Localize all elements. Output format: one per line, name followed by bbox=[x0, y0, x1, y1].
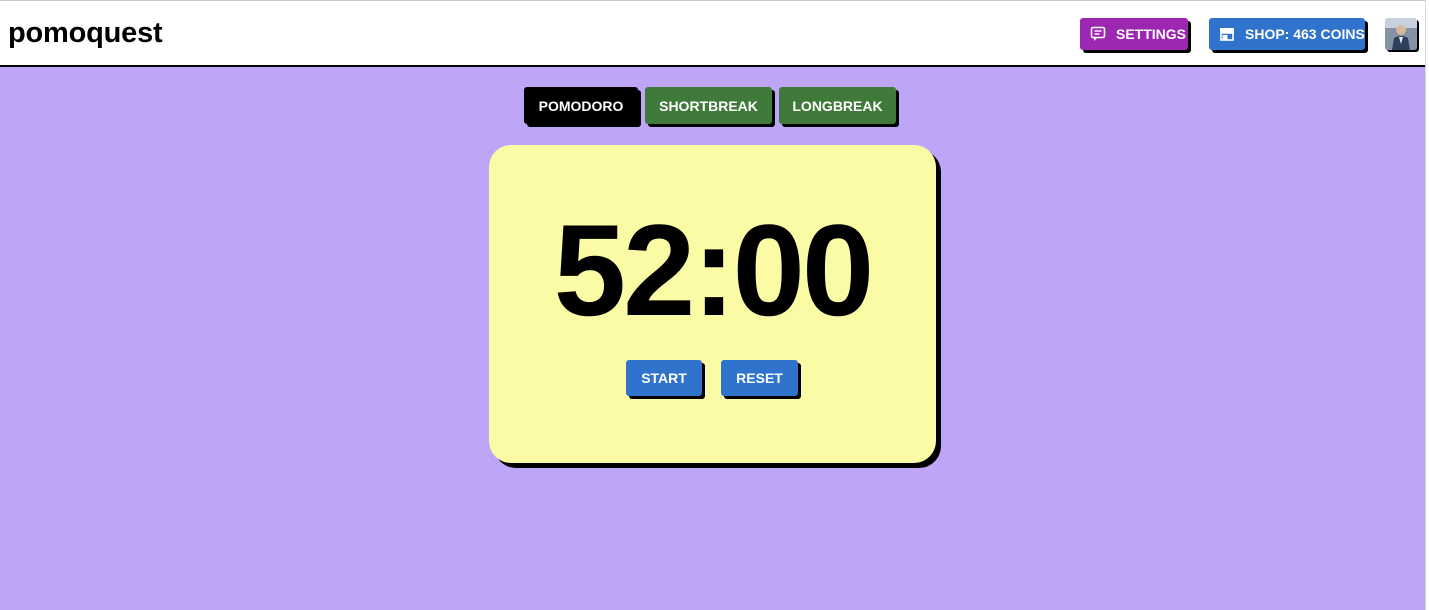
tab-longbreak[interactable]: LONGBREAK bbox=[779, 87, 896, 124]
reset-button[interactable]: RESET bbox=[721, 360, 798, 396]
user-avatar[interactable] bbox=[1385, 18, 1417, 50]
message-icon bbox=[1090, 26, 1106, 42]
timer-controls: START RESET bbox=[626, 360, 798, 396]
shop-button[interactable]: SHOP: 463 COINS bbox=[1209, 18, 1365, 50]
settings-button[interactable]: SETTINGS bbox=[1080, 18, 1188, 50]
settings-button-label: SETTINGS bbox=[1116, 26, 1187, 42]
scrollbar-gutter bbox=[1425, 0, 1429, 610]
tab-shortbreak[interactable]: SHORTBREAK bbox=[645, 87, 772, 124]
tab-pomodoro[interactable]: POMODORO bbox=[524, 87, 638, 124]
store-icon bbox=[1219, 26, 1235, 42]
page: pomoquest SETTINGS SHOP: 463 COINS POMOD… bbox=[0, 0, 1429, 610]
mode-tabs: POMODORO SHORTBREAK LONGBREAK bbox=[524, 87, 896, 124]
start-button[interactable]: START bbox=[626, 360, 702, 396]
app-title: pomoquest bbox=[8, 17, 163, 49]
shop-button-label: SHOP: 463 COINS bbox=[1245, 26, 1365, 42]
main-area: POMODORO SHORTBREAK LONGBREAK 52:00 STAR… bbox=[0, 67, 1425, 610]
app-header: pomoquest SETTINGS SHOP: 463 COINS bbox=[0, 3, 1425, 67]
timer-display: 52:00 bbox=[553, 197, 875, 343]
timer-card: 52:00 START RESET bbox=[489, 145, 936, 463]
